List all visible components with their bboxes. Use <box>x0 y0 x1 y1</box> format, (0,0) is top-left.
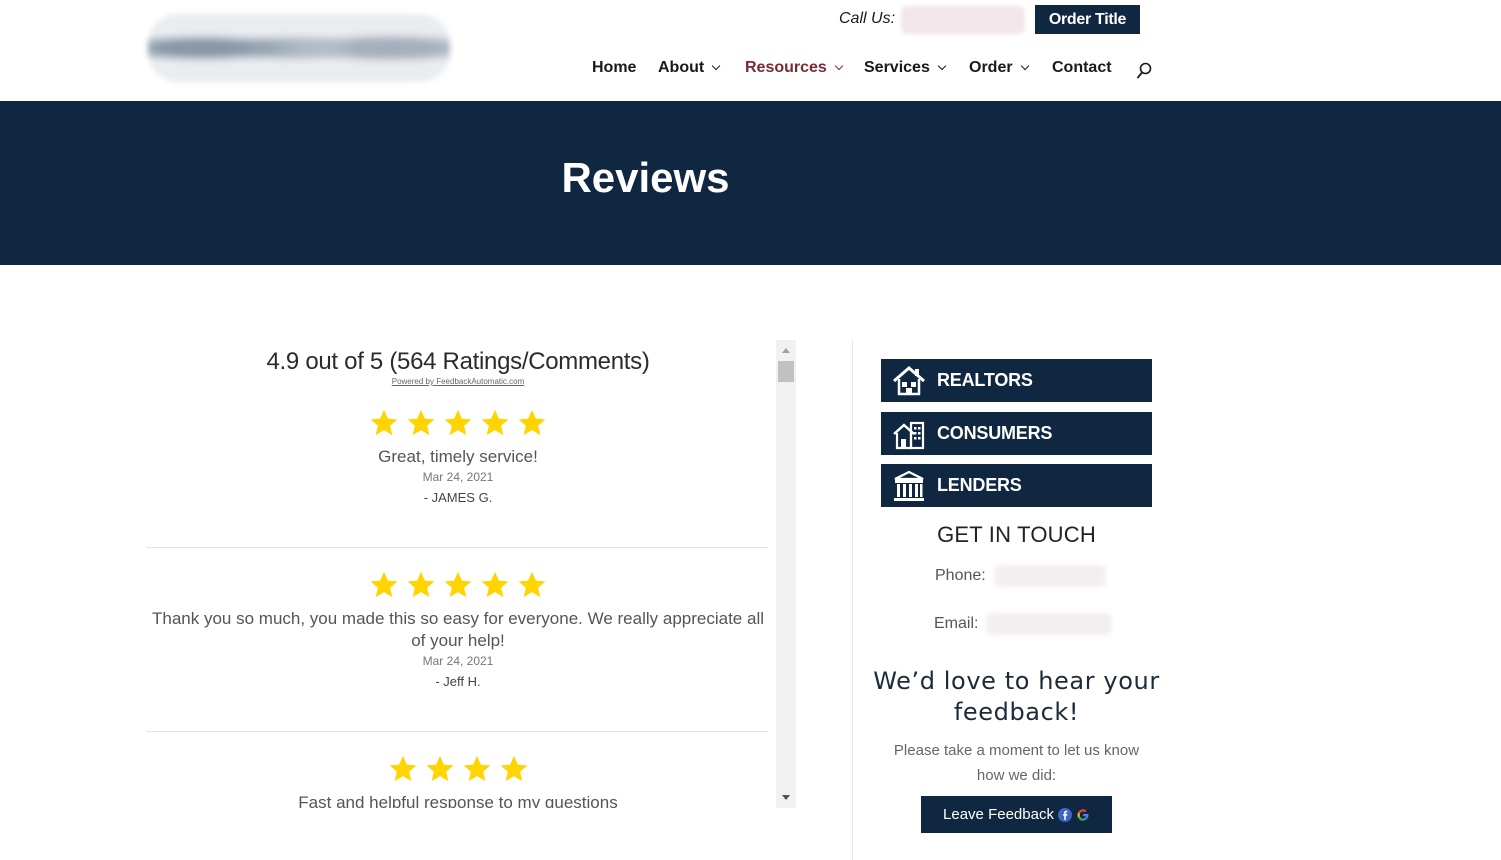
nav-label: About <box>658 59 705 76</box>
star-icon <box>426 755 453 782</box>
page-title: Reviews <box>561 154 730 201</box>
column-divider <box>852 340 853 860</box>
nav-label: Resources <box>745 59 827 76</box>
star-icon <box>407 409 435 436</box>
feedback-subtext: Please take a moment to let us know how … <box>893 742 1140 784</box>
review-divider <box>146 547 768 548</box>
google-icon <box>1077 808 1089 821</box>
chevron-down-icon <box>1020 61 1029 71</box>
star-icon <box>444 571 472 598</box>
order-title-button[interactable]: Order Title <box>1035 5 1140 34</box>
star-icon <box>481 409 509 436</box>
review-item: Thank you so much, you made this so easy… <box>146 570 770 689</box>
leave-feedback-label: Leave Feedback <box>943 806 1054 823</box>
review-text: Thank you so much, you made this so easy… <box>152 609 764 650</box>
phone-number-redacted[interactable] <box>901 6 1025 34</box>
facebook-icon <box>1057 807 1072 822</box>
star-icon <box>518 571 546 598</box>
leave-feedback-button[interactable]: Leave Feedback <box>921 796 1112 833</box>
email-label: Email: <box>934 615 979 632</box>
reviews-scroll-area[interactable]: 4.9 out of 5 (564 Ratings/Comments) Powe… <box>146 340 776 808</box>
phone-label: Phone: <box>935 567 986 584</box>
consumers-label: CONSUMERS <box>937 423 1053 443</box>
chevron-down-icon <box>834 61 844 71</box>
bank-icon <box>894 470 924 501</box>
chevron-down-icon <box>711 61 721 71</box>
star-icon <box>407 571 435 598</box>
star-icon <box>463 755 490 782</box>
star-icon <box>481 571 509 598</box>
widget-scrollbar[interactable] <box>776 340 796 808</box>
realtors-label: REALTORS <box>937 370 1033 390</box>
star-icon <box>370 409 398 436</box>
review-text: Fast and helpful response to my question… <box>298 793 618 808</box>
review-item: Fast and helpful response to my question… <box>146 754 770 808</box>
scroll-up-arrow-icon[interactable] <box>782 348 790 353</box>
star-icon <box>389 755 416 782</box>
nav-item-resources[interactable]: Resources <box>745 59 844 77</box>
consumers-button[interactable]: CONSUMERS <box>881 412 1152 455</box>
star-rating <box>146 754 770 784</box>
review-date: Mar 24, 2021 <box>422 470 494 484</box>
search-icon[interactable] <box>1136 62 1152 80</box>
page-hero: Reviews <box>0 101 1501 265</box>
rating-summary: 4.9 out of 5 (564 Ratings/Comments) <box>266 348 650 375</box>
chevron-down-icon <box>937 61 947 71</box>
email-value-redacted[interactable] <box>986 613 1112 635</box>
powered-by-link[interactable]: Powered by FeedbackAutomatic.com <box>146 377 770 386</box>
review-text: Great, timely service! <box>378 447 538 466</box>
nav-item-contact[interactable]: Contact <box>1052 59 1112 77</box>
nav-label: Contact <box>1052 59 1112 76</box>
star-icon <box>444 409 472 436</box>
star-icon <box>518 409 546 436</box>
star-icon <box>370 571 398 598</box>
phone-value-redacted[interactable] <box>994 565 1106 587</box>
call-us-label: Call Us: <box>839 10 896 27</box>
review-author: - JAMES G. <box>423 490 493 505</box>
nav-label: Order <box>969 59 1013 76</box>
reviews-widget[interactable]: 4.9 out of 5 (564 Ratings/Comments) Powe… <box>146 340 796 808</box>
lenders-button[interactable]: LENDERS <box>881 464 1152 507</box>
realtors-button[interactable]: REALTORS <box>881 359 1152 402</box>
nav-item-about[interactable]: About <box>658 59 721 77</box>
review-author: - Jeff H. <box>435 674 481 689</box>
nav-item-order[interactable]: Order <box>969 59 1029 77</box>
scroll-thumb[interactable] <box>778 361 794 382</box>
star-rating <box>146 570 770 600</box>
site-logo[interactable] <box>148 14 450 82</box>
star-rating <box>146 408 770 438</box>
site-header: Call Us: Order Title Home About Resource… <box>0 0 1501 101</box>
get-in-touch-heading: GET IN TOUCH <box>937 522 1096 547</box>
feedback-heading: We’d love to hear your feedback! <box>873 667 1160 726</box>
nav-item-services[interactable]: Services <box>864 59 947 77</box>
review-item: Great, timely service! Mar 24, 2021 - JA… <box>146 408 770 505</box>
home-building-icon <box>893 421 925 449</box>
nav-label: Services <box>864 59 930 76</box>
house-icon <box>893 365 925 395</box>
review-divider <box>146 731 768 732</box>
nav-label: Home <box>592 59 637 76</box>
star-icon <box>500 755 527 782</box>
lenders-label: LENDERS <box>937 475 1022 495</box>
review-date: Mar 24, 2021 <box>422 654 494 668</box>
nav-item-home[interactable]: Home <box>592 59 636 77</box>
scroll-down-arrow-icon[interactable] <box>782 795 790 800</box>
